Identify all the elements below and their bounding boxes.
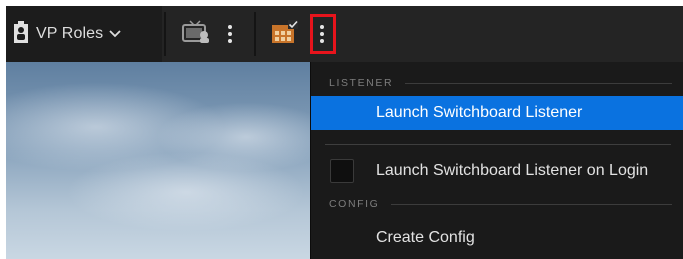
switchboard-icon[interactable]: [271, 19, 299, 50]
tv-tools-group: [176, 6, 246, 62]
tv-camera-icon[interactable]: [180, 19, 212, 49]
section-rule: [391, 203, 672, 205]
vp-roles-button[interactable]: VP Roles: [6, 6, 162, 62]
section-header-listener: LISTENER: [311, 72, 683, 94]
person-badge-icon: [14, 20, 28, 48]
toolbar-separator: [164, 12, 166, 56]
vp-roles-label: VP Roles: [36, 25, 104, 42]
highlighted-options-button: [310, 14, 336, 54]
editor-frame: VP Roles LISTENER Launch Switchboard Lis…: [6, 6, 683, 259]
menu-divider: [325, 144, 671, 145]
section-rule: [405, 82, 672, 84]
menu-item-launch-listener[interactable]: Launch Switchboard Listener: [311, 96, 683, 130]
section-header-config: CONFIG: [311, 193, 683, 215]
toolbar-separator: [254, 12, 256, 56]
chevron-down-icon: [109, 25, 121, 43]
cloud: [156, 102, 336, 172]
menu-item-launch-listener-on-login[interactable]: Launch Switchboard Listener on Login: [311, 154, 683, 188]
menu-item-create-config[interactable]: Create Config: [311, 221, 683, 255]
switchboard-dropdown-menu: LISTENER Launch Switchboard Listener Lau…: [310, 62, 683, 259]
launch-on-login-checkbox[interactable]: [330, 159, 354, 183]
more-options-icon[interactable]: [224, 25, 236, 43]
viewport-toolbar: VP Roles: [6, 6, 683, 62]
